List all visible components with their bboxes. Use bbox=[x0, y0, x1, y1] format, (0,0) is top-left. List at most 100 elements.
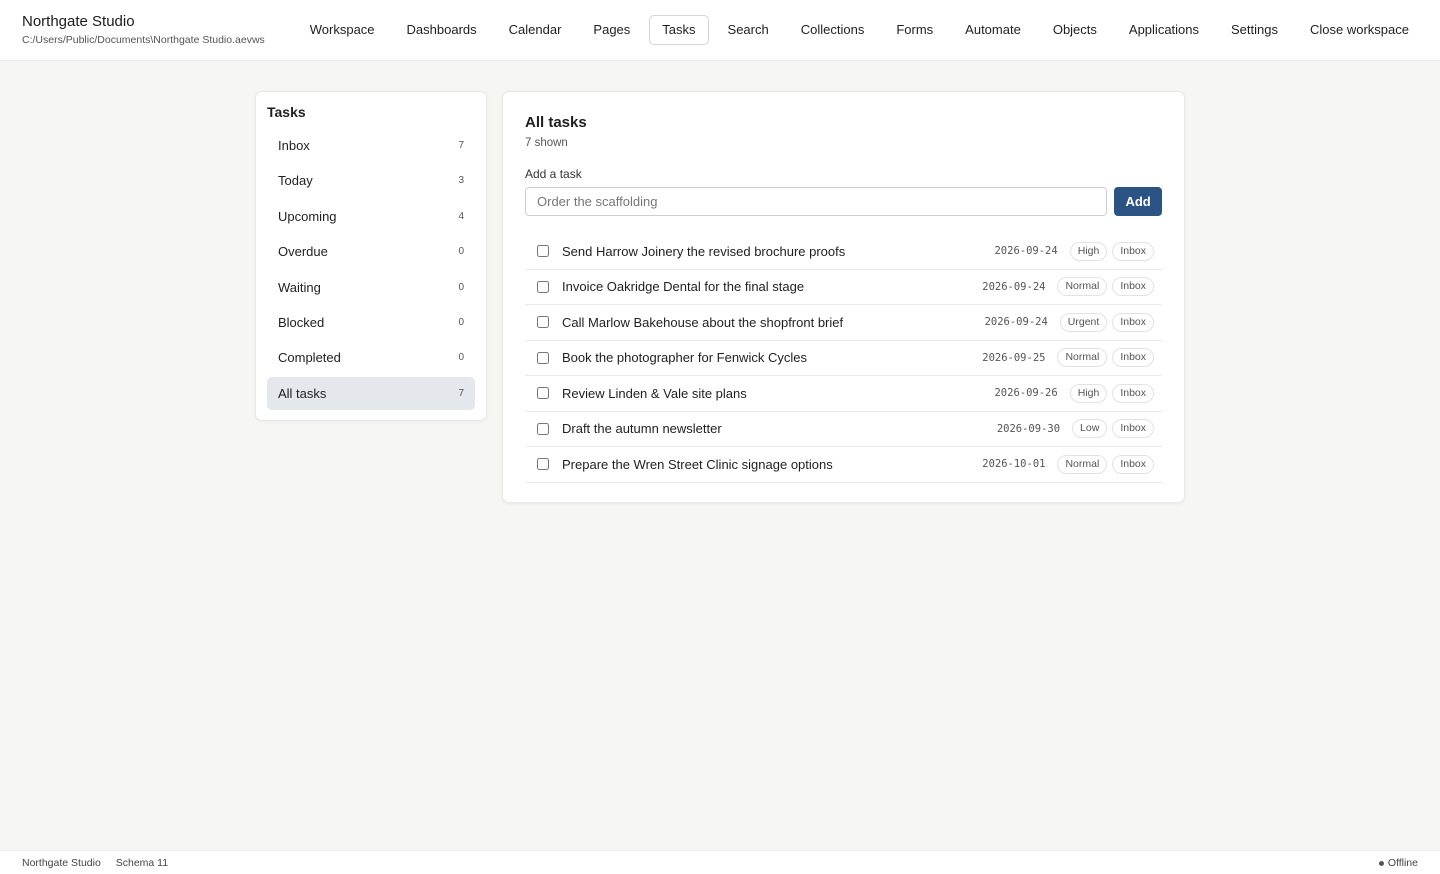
nav-collections[interactable]: Collections bbox=[788, 15, 878, 45]
priority-badge: Normal bbox=[1057, 454, 1108, 474]
task-due-date: 2026-09-24 bbox=[984, 316, 1048, 329]
task-title[interactable]: Draft the autumn newsletter bbox=[562, 421, 997, 436]
brand: Northgate Studio C:/Users/Public/Documen… bbox=[22, 13, 265, 47]
connection-status: Offline bbox=[1378, 857, 1418, 869]
task-list: Send Harrow Joinery the revised brochure… bbox=[525, 234, 1162, 483]
add-task-label: Add a task bbox=[525, 167, 582, 181]
sidebar-item-label: Today bbox=[278, 173, 313, 189]
connection-status-label: Offline bbox=[1387, 857, 1418, 869]
task-row: Draft the autumn newsletter 2026-09-30 L… bbox=[525, 412, 1162, 447]
task-title[interactable]: Send Harrow Joinery the revised brochure… bbox=[562, 244, 994, 259]
priority-badge: Normal bbox=[1057, 348, 1108, 368]
sidebar-item-completed[interactable]: Completed 0 bbox=[267, 341, 475, 374]
sidebar-item-count: 4 bbox=[458, 210, 464, 222]
priority-badge: Urgent bbox=[1059, 312, 1108, 332]
footer-app-name: Northgate Studio bbox=[22, 857, 101, 869]
nav-dashboards[interactable]: Dashboards bbox=[394, 15, 490, 45]
sidebar-item-label: Overdue bbox=[278, 244, 328, 260]
sidebar-item-count: 0 bbox=[458, 316, 464, 328]
nav-automate[interactable]: Automate bbox=[952, 15, 1034, 45]
task-due-date: 2026-09-30 bbox=[996, 422, 1061, 435]
shown-count: 7 shown bbox=[525, 137, 568, 149]
task-checkbox[interactable] bbox=[537, 387, 549, 400]
app-title: Northgate Studio bbox=[22, 13, 135, 30]
task-checkbox[interactable] bbox=[537, 316, 549, 329]
nav-workspace[interactable]: Workspace bbox=[297, 15, 388, 45]
footer-schema: Schema 11 bbox=[115, 857, 169, 869]
task-due-date: 2026-10-01 bbox=[982, 458, 1046, 471]
nav-objects[interactable]: Objects bbox=[1040, 15, 1110, 45]
sidebar-item-inbox[interactable]: Inbox 7 bbox=[267, 129, 475, 162]
task-title[interactable]: Book the photographer for Fenwick Cycles bbox=[562, 350, 982, 365]
sidebar-item-label: Inbox bbox=[278, 138, 310, 153]
sidebar-item-count: 3 bbox=[458, 175, 464, 187]
sidebar-item-count: 7 bbox=[458, 387, 464, 399]
sidebar-title: Tasks bbox=[267, 104, 306, 120]
nav-forms[interactable]: Forms bbox=[883, 15, 946, 45]
priority-badge: Normal bbox=[1057, 277, 1108, 297]
priority-badge: Low bbox=[1072, 419, 1108, 439]
task-row: Prepare the Wren Street Clinic signage o… bbox=[525, 447, 1162, 483]
nav-close-workspace[interactable]: Close workspace bbox=[1297, 15, 1422, 45]
task-checkbox[interactable] bbox=[537, 245, 549, 258]
sidebar-item-label: Upcoming bbox=[278, 208, 337, 224]
task-row: Call Marlow Bakehouse about the shopfron… bbox=[525, 305, 1162, 341]
sidebar-item-label: Completed bbox=[278, 350, 341, 366]
task-checkbox[interactable] bbox=[537, 458, 549, 471]
sidebar-item-overdue[interactable]: Overdue 0 bbox=[267, 235, 475, 268]
task-checkbox[interactable] bbox=[537, 422, 549, 435]
sidebar-item-all-tasks[interactable]: All tasks 7 bbox=[267, 376, 475, 410]
nav-search[interactable]: Search bbox=[715, 15, 782, 45]
workspace-path: C:/Users/Public/Documents\Northgate Stud… bbox=[22, 34, 265, 46]
status-bar: Northgate Studio Schema 11 Offline bbox=[0, 850, 1440, 874]
task-row: Book the photographer for Fenwick Cycles… bbox=[525, 341, 1162, 376]
task-title[interactable]: Call Marlow Bakehouse about the shopfron… bbox=[562, 315, 985, 330]
sidebar-item-label: All tasks bbox=[278, 385, 327, 401]
sidebar-item-count: 0 bbox=[458, 281, 464, 293]
nav-tasks[interactable]: Tasks bbox=[649, 15, 709, 45]
sidebar-item-label: Waiting bbox=[278, 279, 321, 295]
list-badge: Inbox bbox=[1112, 312, 1154, 332]
list-badge: Inbox bbox=[1112, 419, 1154, 439]
list-badge: Inbox bbox=[1112, 277, 1154, 297]
sidebar-item-waiting[interactable]: Waiting 0 bbox=[267, 271, 475, 304]
list-badge: Inbox bbox=[1112, 241, 1154, 261]
sidebar-item-count: 0 bbox=[458, 352, 464, 364]
task-row: Invoice Oakridge Dental for the final st… bbox=[525, 270, 1162, 305]
page-title: All tasks bbox=[525, 114, 587, 131]
task-checkbox[interactable] bbox=[537, 280, 549, 293]
nav-settings[interactable]: Settings bbox=[1218, 15, 1291, 45]
top-bar: Northgate Studio C:/Users/Public/Documen… bbox=[0, 0, 1440, 61]
task-title[interactable]: Invoice Oakridge Dental for the final st… bbox=[562, 279, 982, 294]
add-task-row: Add bbox=[525, 187, 1162, 216]
task-title[interactable]: Prepare the Wren Street Clinic signage o… bbox=[562, 457, 982, 472]
nav-applications[interactable]: Applications bbox=[1116, 15, 1212, 45]
nav-pages[interactable]: Pages bbox=[580, 15, 643, 45]
priority-badge: High bbox=[1069, 241, 1108, 261]
main-nav: Workspace Dashboards Calendar Pages Task… bbox=[291, 15, 1422, 45]
sidebar-item-upcoming[interactable]: Upcoming 4 bbox=[267, 200, 475, 233]
tasks-panel: All tasks 7 shown Add a task Add Send Ha… bbox=[502, 91, 1185, 503]
nav-calendar[interactable]: Calendar bbox=[496, 15, 575, 45]
list-badge: Inbox bbox=[1112, 383, 1154, 403]
status-dot-icon bbox=[1378, 860, 1384, 866]
list-badge: Inbox bbox=[1112, 348, 1154, 368]
sidebar-item-blocked[interactable]: Blocked 0 bbox=[267, 306, 475, 339]
sidebar-item-label: Blocked bbox=[278, 314, 325, 330]
task-row: Send Harrow Joinery the revised brochure… bbox=[525, 234, 1162, 270]
task-row: Review Linden & Vale site plans 2026-09-… bbox=[525, 376, 1162, 412]
task-due-date: 2026-09-24 bbox=[994, 245, 1058, 258]
task-due-date: 2026-09-26 bbox=[994, 387, 1058, 400]
add-task-input[interactable] bbox=[525, 187, 1108, 216]
add-task-button[interactable]: Add bbox=[1114, 187, 1162, 216]
sidebar-item-count: 7 bbox=[458, 140, 464, 151]
task-checkbox[interactable] bbox=[537, 351, 549, 364]
priority-badge: High bbox=[1069, 383, 1108, 403]
task-due-date: 2026-09-25 bbox=[982, 351, 1046, 364]
tasks-sidebar: Tasks Inbox 7 Today 3 Upcoming 4 Overdue… bbox=[255, 91, 487, 421]
list-badge: Inbox bbox=[1112, 454, 1154, 474]
sidebar-item-count: 0 bbox=[458, 246, 464, 258]
sidebar-item-today[interactable]: Today 3 bbox=[267, 164, 475, 197]
task-due-date: 2026-09-24 bbox=[982, 280, 1046, 293]
task-title[interactable]: Review Linden & Vale site plans bbox=[562, 386, 994, 401]
